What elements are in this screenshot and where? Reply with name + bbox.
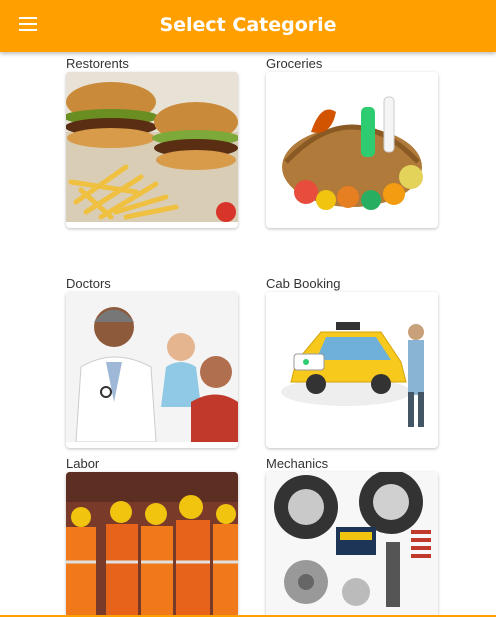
category-card[interactable] [66, 472, 238, 617]
category-card[interactable] [266, 472, 438, 617]
category-label: Cab Booking [266, 276, 341, 291]
category-label: Labor [66, 456, 100, 471]
workers-image [66, 472, 238, 617]
category-card[interactable] [266, 292, 438, 448]
auto-parts-image [266, 472, 438, 617]
burger-fries-image [66, 72, 238, 222]
app-bar: Select Categorie [0, 0, 496, 52]
grocery-basket-image [266, 72, 438, 222]
category-label: Restorents [66, 56, 129, 71]
taxi-app-image [266, 292, 438, 442]
category-label: Groceries [266, 56, 323, 71]
category-label: Mechanics [266, 456, 329, 471]
category-card[interactable] [66, 292, 238, 448]
doctor-with-baby-image [66, 292, 238, 443]
category-label: Doctors [66, 276, 111, 291]
category-card[interactable] [66, 72, 238, 228]
category-card[interactable] [266, 72, 438, 228]
page-title: Select Categorie [159, 14, 337, 36]
